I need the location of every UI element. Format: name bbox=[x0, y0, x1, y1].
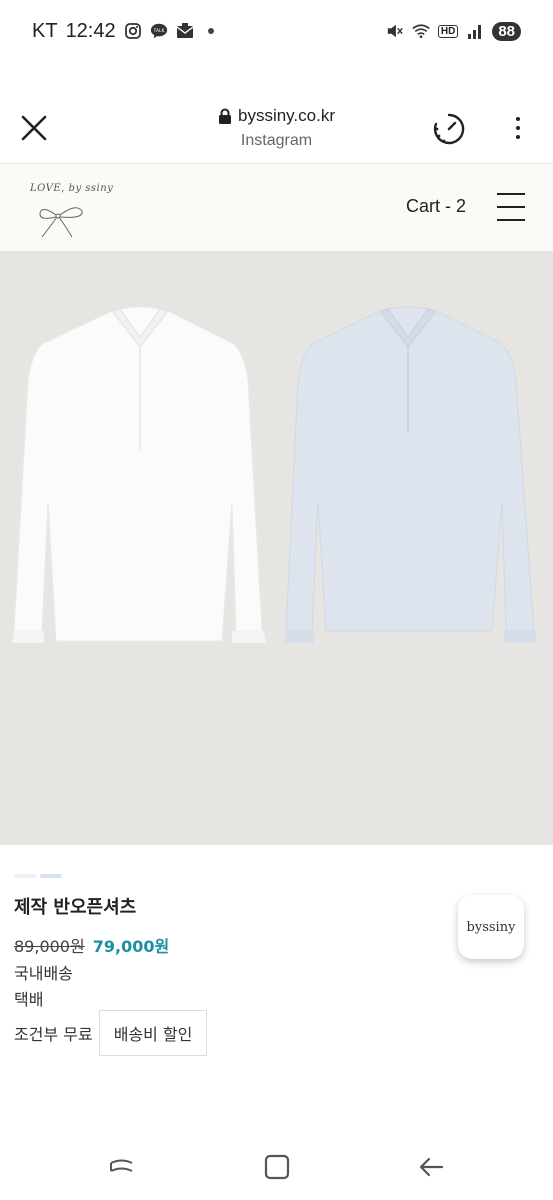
wifi-icon bbox=[412, 22, 430, 40]
timer-icon bbox=[433, 113, 465, 145]
system-navigation-bar bbox=[0, 1140, 553, 1200]
recents-button[interactable] bbox=[107, 1152, 137, 1182]
product-image[interactable] bbox=[0, 251, 553, 845]
blue-shirt-image bbox=[284, 306, 536, 643]
shipping-condition: 조건부 무료 bbox=[14, 1025, 93, 1044]
home-icon bbox=[264, 1154, 290, 1180]
url-source: Instagram bbox=[240, 132, 313, 149]
shipping-method: 택배 bbox=[14, 990, 44, 1009]
svg-text:TALK: TALK bbox=[152, 28, 165, 34]
talk-icon: TALK bbox=[150, 22, 168, 40]
bow-icon bbox=[39, 207, 83, 238]
clock-time: 12:42 bbox=[65, 19, 116, 42]
instagram-icon bbox=[124, 22, 142, 40]
white-shirt-image bbox=[12, 306, 266, 643]
price-row: 89,000원 79,000원 bbox=[14, 933, 169, 957]
back-button[interactable] bbox=[416, 1152, 446, 1182]
status-left: KT 12:42 TALK bbox=[32, 20, 220, 43]
url-text: byssiny.co.kr bbox=[238, 106, 335, 125]
home-button[interactable] bbox=[262, 1152, 292, 1182]
site-header: LOVE, by ssiny Cart - 2 bbox=[0, 165, 553, 251]
notification-dot-icon bbox=[202, 22, 220, 40]
shipping-region: 국내배송 bbox=[14, 964, 73, 983]
timer-button[interactable] bbox=[432, 112, 466, 146]
sale-price: 79,000원 bbox=[92, 937, 170, 956]
cart-link[interactable]: Cart - 2 bbox=[406, 196, 466, 217]
hd-label: HD bbox=[437, 24, 459, 38]
indicator-blue[interactable] bbox=[40, 874, 62, 878]
signal-icon bbox=[466, 22, 484, 40]
url-display: byssiny.co.kr Instagram bbox=[0, 106, 553, 150]
more-options-button[interactable] bbox=[508, 110, 528, 146]
recents-icon bbox=[110, 1159, 133, 1172]
image-indicators bbox=[14, 874, 62, 878]
mute-icon bbox=[386, 22, 404, 40]
hamburger-menu-button[interactable] bbox=[497, 193, 525, 221]
brand-badge[interactable]: byssiny bbox=[458, 895, 524, 959]
status-right: HD 88 bbox=[386, 21, 521, 41]
shipping-discount-button[interactable]: 배송비 할인 bbox=[98, 1010, 208, 1056]
lock-icon bbox=[219, 108, 231, 124]
product-title: 제작 반오픈셔츠 bbox=[14, 897, 137, 918]
shipping-fee-row: 조건부 무료 배송비 할인 bbox=[14, 1010, 208, 1056]
mail-notification-icon bbox=[176, 22, 194, 40]
hd-voice-icon: HD bbox=[437, 22, 459, 40]
back-icon bbox=[419, 1157, 444, 1177]
in-app-browser-header: byssiny.co.kr Instagram bbox=[0, 92, 553, 164]
original-price: 89,000원 bbox=[14, 937, 85, 956]
carrier-label: KT bbox=[32, 19, 58, 42]
hamburger-menu-icon bbox=[497, 193, 525, 195]
status-bar: KT 12:42 TALK HD 88 bbox=[0, 0, 553, 62]
more-vertical-icon bbox=[516, 117, 520, 121]
site-logo[interactable]: LOVE, by ssiny bbox=[24, 175, 114, 241]
indicator-white[interactable] bbox=[14, 874, 36, 878]
battery-indicator: 88 bbox=[492, 21, 521, 41]
